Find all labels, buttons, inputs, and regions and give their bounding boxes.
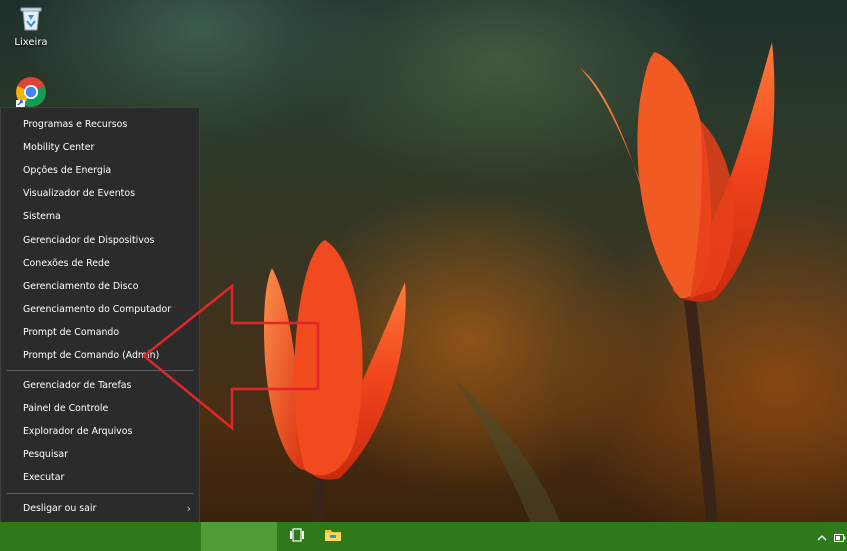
red-annotation-arrow xyxy=(142,283,320,431)
start-menu-area[interactable] xyxy=(201,522,277,551)
menu-item-mobility-center[interactable]: Mobility Center xyxy=(1,137,199,158)
desktop-icon-chrome[interactable] xyxy=(0,76,62,111)
file-explorer-icon xyxy=(324,527,342,546)
menu-item-pesquisar[interactable]: Pesquisar xyxy=(1,444,199,465)
desktop-icon-recycle-bin[interactable]: Lixeira xyxy=(0,2,62,48)
recycle-bin-icon xyxy=(17,7,45,35)
chevron-up-icon xyxy=(817,527,827,546)
task-view-button[interactable] xyxy=(279,522,315,551)
menu-item-visualizador-de-eventos[interactable]: Visualizador de Eventos xyxy=(1,183,199,204)
show-hidden-icons-button[interactable] xyxy=(812,522,832,551)
menu-item-programas-e-recursos[interactable]: Programas e Recursos xyxy=(1,114,199,135)
menu-item-conexoes-de-rede[interactable]: Conexões de Rede xyxy=(1,253,199,274)
menu-item-gerenciador-de-dispositivos[interactable]: Gerenciador de Dispositivos xyxy=(1,230,199,251)
task-view-icon xyxy=(289,527,305,546)
menu-item-sistema[interactable]: Sistema xyxy=(1,206,199,227)
battery-status-button[interactable] xyxy=(832,522,847,551)
file-explorer-button[interactable] xyxy=(315,522,351,551)
menu-item-executar[interactable]: Executar xyxy=(1,467,199,488)
chevron-right-icon: › xyxy=(186,502,191,515)
menu-item-opcoes-de-energia[interactable]: Opções de Energia xyxy=(1,160,199,181)
menu-separator xyxy=(7,493,193,494)
menu-item-desligar-ou-sair[interactable]: Desligar ou sair › xyxy=(1,498,199,519)
battery-icon xyxy=(833,527,846,546)
taskbar xyxy=(0,522,847,551)
recycle-bin-label: Lixeira xyxy=(14,37,48,48)
